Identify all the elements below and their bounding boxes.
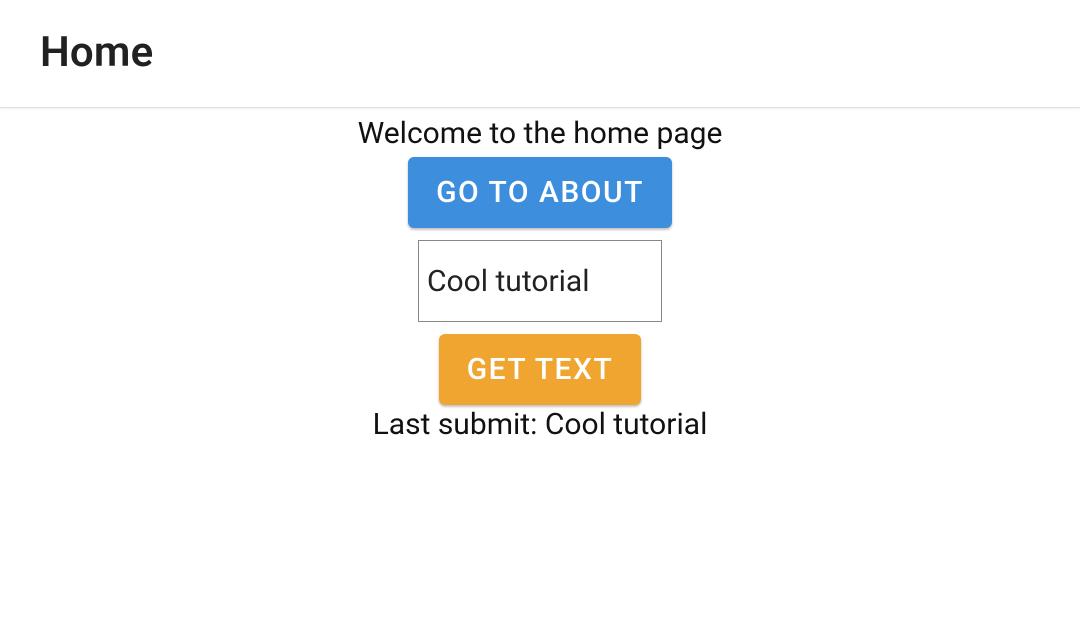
go-to-about-button[interactable]: GO TO ABOUT	[408, 157, 672, 228]
welcome-text: Welcome to the home page	[358, 116, 723, 151]
text-input[interactable]	[418, 240, 662, 322]
main-content: Welcome to the home page GO TO ABOUT GET…	[0, 108, 1080, 442]
last-submit-prefix: Last submit:	[373, 407, 545, 442]
app-header: Home	[0, 0, 1080, 108]
last-submit-text: Last submit: Cool tutorial	[373, 407, 708, 442]
last-submit-value: Cool tutorial	[545, 407, 708, 442]
get-text-button[interactable]: GET TEXT	[439, 334, 641, 405]
page-title: Home	[40, 28, 1040, 77]
